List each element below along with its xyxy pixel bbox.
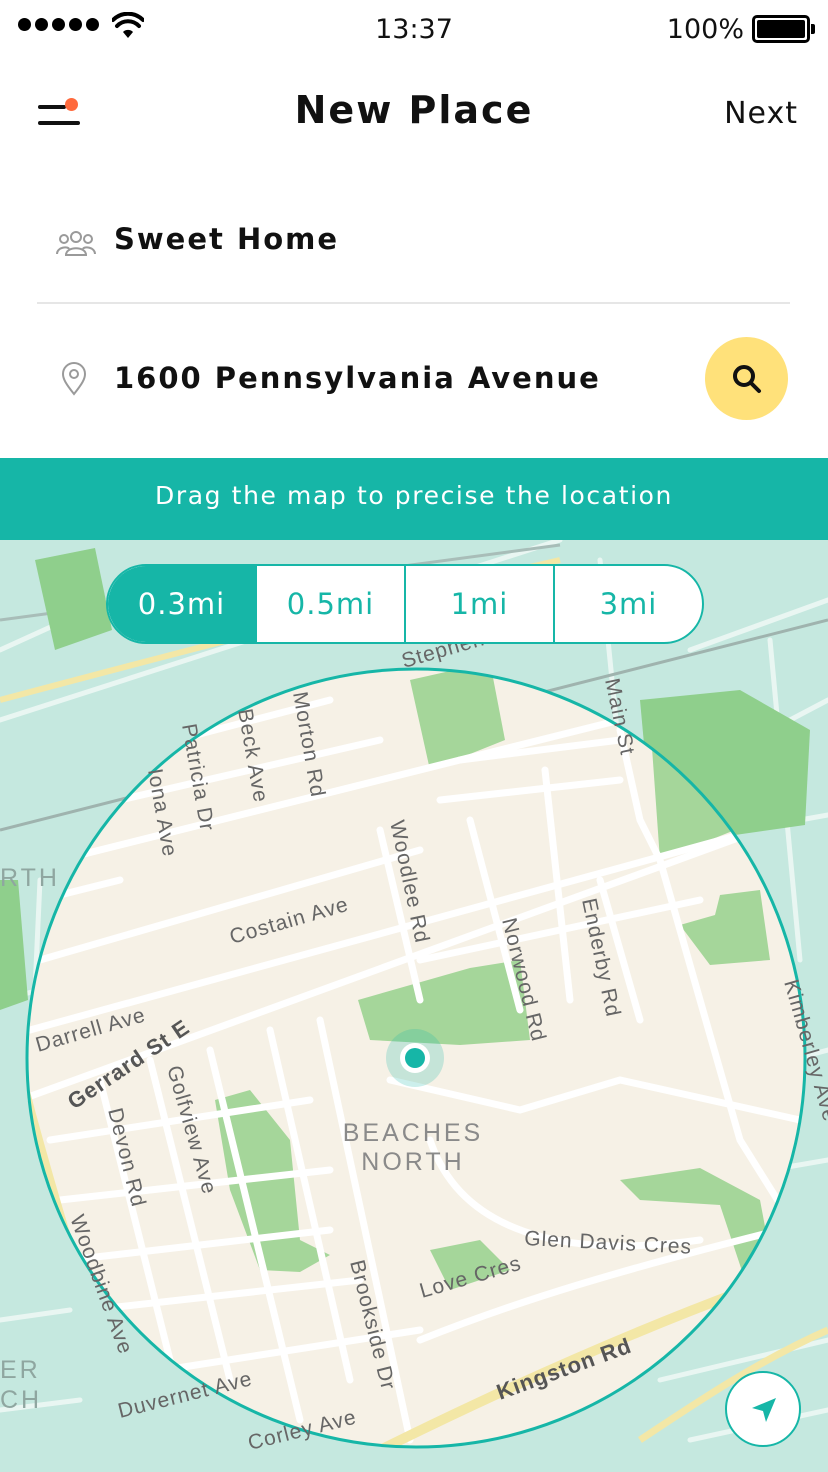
place-name-value: Sweet Home <box>114 222 340 256</box>
address-field[interactable]: 1600 Pennsylvania Avenue <box>0 345 828 415</box>
battery-percent: 100% <box>666 14 744 45</box>
search-button[interactable] <box>705 337 788 420</box>
next-button[interactable]: Next <box>724 96 798 131</box>
radius-option-1mi[interactable]: 1mi <box>404 566 553 642</box>
map-label-area-1: BEACHES <box>343 1119 483 1147</box>
location-pin-dot <box>405 1048 425 1068</box>
instruction-banner: Drag the map to precise the location <box>0 458 828 540</box>
map-label-partial-1: RTH <box>0 864 60 892</box>
radius-option-0-5mi[interactable]: 0.5mi <box>255 566 404 642</box>
battery-icon <box>752 15 815 43</box>
place-name-field[interactable]: Sweet Home <box>0 212 828 272</box>
nav-bar: New Place Next <box>0 70 828 160</box>
group-people-icon <box>56 231 96 256</box>
radius-selector: 0.3mi 0.5mi 1mi 3mi <box>106 564 704 644</box>
instruction-text: Drag the map to precise the location <box>155 481 673 510</box>
map-label-partial-2: ER <box>0 1356 41 1384</box>
address-value: 1600 Pennsylvania Avenue <box>114 361 601 395</box>
navigation-arrow-icon <box>752 1398 776 1422</box>
map-canvas[interactable]: BEACHES NORTH RTH ER CH Stephens Main St… <box>0 540 828 1472</box>
status-bar: 13:37 100% <box>0 0 828 60</box>
map-label-partial-3: CH <box>0 1386 42 1414</box>
form-divider <box>37 302 790 304</box>
page-title: New Place <box>294 88 534 132</box>
radius-option-3mi[interactable]: 3mi <box>553 566 702 642</box>
location-pin-icon <box>61 362 87 396</box>
map-label-area-2: NORTH <box>361 1148 464 1176</box>
locate-me-button[interactable] <box>725 1371 801 1447</box>
map-view[interactable]: BEACHES NORTH RTH ER CH Stephens Main St… <box>0 540 828 1472</box>
search-icon <box>733 365 761 393</box>
radius-option-0-3mi[interactable]: 0.3mi <box>108 566 255 642</box>
